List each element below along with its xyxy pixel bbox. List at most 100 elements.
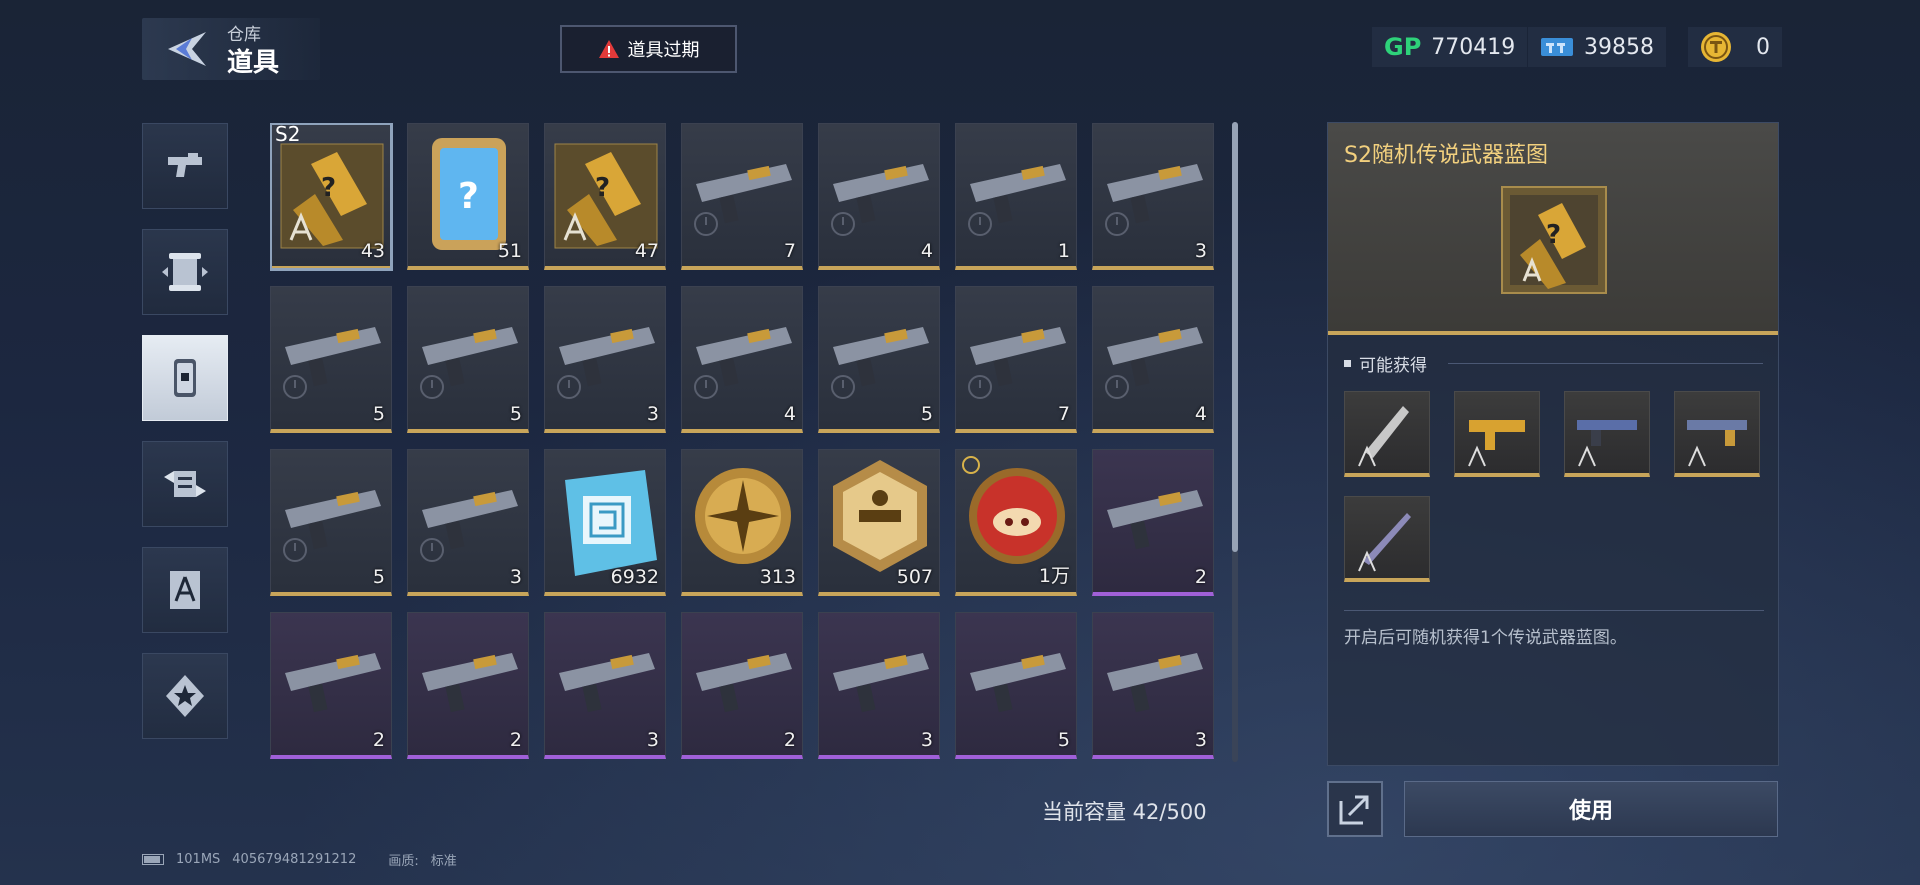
warning-icon [598,40,619,58]
coin-icon [1701,32,1731,62]
inventory-item[interactable]: 5 [818,286,940,433]
blueprint-box-icon: ? [1501,186,1607,294]
item-count: 5 [372,403,385,425]
tab-items[interactable] [142,335,228,421]
tab-weapons[interactable] [142,123,228,209]
page-title: 道具 [227,48,280,78]
item-count: 5 [372,566,385,588]
item-count: 7 [783,240,796,262]
inventory-item[interactable]: 2 [1092,449,1214,596]
item-detail-title: S2随机传说武器蓝图 [1344,143,1548,168]
item-count: 51 [497,240,522,262]
item-count: 3 [646,403,659,425]
item-count: 4 [783,403,796,425]
timer-icon [1105,375,1129,399]
timer-icon [283,375,307,399]
inventory-item[interactable]: 7 [955,286,1077,433]
inventory-item[interactable]: 3 [544,612,666,759]
reward-item[interactable] [1674,391,1760,477]
item-count: 3 [1194,729,1207,751]
svg-text:?: ? [1546,220,1561,250]
use-button[interactable]: 使用 [1404,781,1778,837]
section-divider [1448,363,1763,364]
inventory-item[interactable]: 4 [681,286,803,433]
expired-items-button[interactable]: 道具过期 [560,25,737,73]
inventory-item[interactable]: ? 51 [407,123,529,270]
item-count: 2 [509,729,522,751]
item-count: 3 [920,729,933,751]
inventory-item[interactable]: ? 47 [544,123,666,270]
timer-icon [420,538,444,562]
expired-items-label: 道具过期 [627,40,700,61]
timer-icon [557,375,581,399]
inventory-item[interactable]: 7 [681,123,803,270]
scrollbar-thumb[interactable] [1232,122,1238,552]
inventory-item[interactable]: 1万 [955,449,1077,596]
inventory-item[interactable]: 3 [544,286,666,433]
gp-icon: GP [1384,33,1422,61]
inventory-item[interactable]: 4 [1092,286,1214,433]
inventory-item[interactable]: 5 [270,449,392,596]
inventory-item[interactable]: 3 [407,449,529,596]
timer-icon [831,375,855,399]
inventory-item[interactable]: 5 [270,286,392,433]
item-description: 开启后可随机获得1个传说武器蓝图。 [1344,628,1627,648]
inventory-item[interactable]: 4 [818,123,940,270]
coin-currency: 0 [1688,27,1782,67]
ping-value: 101MS [176,852,221,867]
reward-item[interactable] [1344,391,1430,477]
tab-blueprints[interactable] [142,547,228,633]
inventory-item[interactable]: 2 [681,612,803,759]
blueprint-sword-icon [1358,513,1411,572]
item-count: 4 [920,240,933,262]
item-count: 313 [759,566,796,588]
description-divider [1344,610,1764,611]
item-count: 5 [509,403,522,425]
star-icon [166,675,204,717]
reward-item[interactable] [1564,391,1650,477]
inventory-item[interactable]: 5 [407,286,529,433]
item-count: 3 [646,729,659,751]
gp-currency: GP 770419 [1372,27,1528,67]
quality-label: 画质: [388,854,419,869]
item-count: 3 [509,566,522,588]
inventory-item[interactable]: 3 [818,612,940,759]
inventory-item[interactable]: 507 [818,449,940,596]
blueprint-gun-icon [1687,420,1747,467]
tab-favorites[interactable] [142,653,228,739]
item-count: 5 [1057,729,1070,751]
uid-value: 405679481291212 [232,852,357,867]
season-tag: S2 [275,123,301,146]
inventory-item[interactable]: ? S2 43 [270,123,393,271]
inventory-scrollbar[interactable] [1232,122,1238,762]
timer-icon [420,375,444,399]
tab-scrolls[interactable] [142,229,228,315]
inventory-item[interactable]: 2 [270,612,392,759]
tab-exchange[interactable] [142,441,228,527]
ticket-currency: 39858 [1528,27,1666,67]
inventory-item[interactable]: 1 [955,123,1077,270]
timer-icon [1105,212,1129,236]
timer-icon [283,538,307,562]
inventory-item[interactable]: 6932 [544,449,666,596]
gp-value: 770419 [1431,34,1516,60]
swap-icon [164,471,206,497]
back-button[interactable]: 仓库 道具 [142,18,320,80]
inventory-item[interactable]: 3 [1092,123,1214,270]
timer-icon [968,375,992,399]
status-footer: 101MS 405679481291212 画质: 标准 [142,850,457,869]
possible-rewards-label: 可能获得 [1344,351,1427,376]
inventory-item[interactable]: 5 [955,612,1077,759]
timer-icon [962,456,980,474]
inventory-item[interactable]: 3 [1092,612,1214,759]
item-count: 1 [1057,240,1070,262]
reward-item[interactable] [1454,391,1540,477]
share-button[interactable] [1327,781,1383,837]
inventory-item[interactable]: 2 [407,612,529,759]
inventory-item[interactable]: 313 [681,449,803,596]
blueprint-gun-icon [1468,420,1525,467]
reward-item[interactable] [1344,496,1430,582]
item-count: 6932 [610,566,659,588]
item-detail-panel: S2随机传说武器蓝图 ? 可能获得 开启后可随机获得1个传说武器蓝图。 [1327,122,1779,766]
timer-icon [694,375,718,399]
